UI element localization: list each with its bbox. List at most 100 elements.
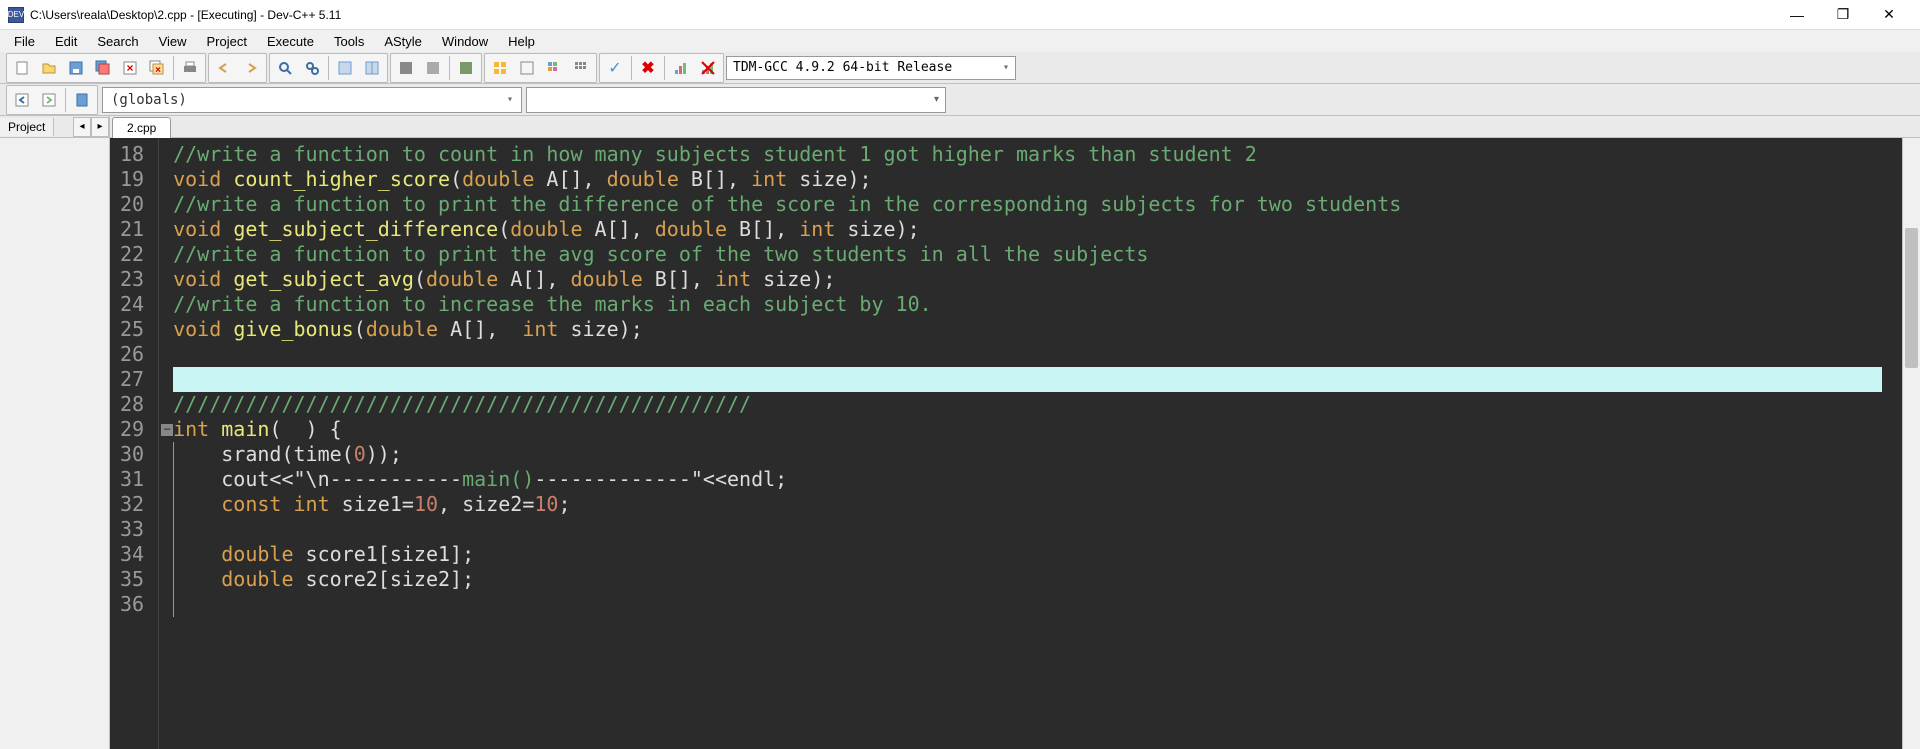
compiler-selector[interactable]: TDM-GCC 4.9.2 64-bit Release ▾ (726, 56, 1016, 80)
sidebar-scroll-left-icon[interactable]: ◂ (73, 117, 91, 137)
code-line[interactable]: //write a function to increase the marks… (173, 292, 1902, 317)
redo-icon[interactable] (238, 55, 264, 81)
code-line[interactable]: srand(time(0)); (173, 442, 1902, 467)
profile-icon[interactable] (668, 55, 694, 81)
menu-execute[interactable]: Execute (257, 32, 324, 51)
code-line[interactable] (173, 517, 1902, 542)
menu-tools[interactable]: Tools (324, 32, 374, 51)
save-all-icon[interactable] (90, 55, 116, 81)
bookmark-icon[interactable] (359, 55, 385, 81)
line-number: 31 (120, 467, 144, 492)
chevron-down-icon: ▾ (1003, 62, 1009, 73)
run-icon[interactable] (420, 55, 446, 81)
insert-bookmark-icon[interactable] (69, 87, 95, 113)
scope-selector[interactable]: (globals) ▾ (102, 87, 522, 113)
code-editor[interactable]: 18192021222324252627282930313233343536 /… (110, 138, 1920, 749)
code-line[interactable]: //write a function to print the avg scor… (173, 242, 1902, 267)
close-button[interactable]: ✕ (1866, 0, 1912, 30)
new-file-icon[interactable] (9, 55, 35, 81)
line-number: 26 (120, 342, 144, 367)
line-number: 33 (120, 517, 144, 542)
line-number: 30 (120, 442, 144, 467)
close-file-icon[interactable]: × (117, 55, 143, 81)
title-text: C:\Users\reala\Desktop\2.cpp - [Executin… (30, 8, 1774, 22)
save-icon[interactable] (63, 55, 89, 81)
compile-run-icon[interactable] (453, 55, 479, 81)
vertical-scrollbar[interactable] (1902, 138, 1920, 749)
editor-pane: 2.cpp 1819202122232425262728293031323334… (110, 116, 1920, 749)
menu-help[interactable]: Help (498, 32, 545, 51)
replace-icon[interactable] (299, 55, 325, 81)
goto-back-icon[interactable] (9, 87, 35, 113)
menu-astyle[interactable]: AStyle (374, 32, 432, 51)
window-controls: — ❐ ✕ (1774, 0, 1912, 30)
code-line[interactable]: double score2[size2]; (173, 567, 1902, 592)
line-number: 32 (120, 492, 144, 517)
menu-search[interactable]: Search (87, 32, 148, 51)
menu-view[interactable]: View (149, 32, 197, 51)
project-grid2-icon[interactable] (568, 55, 594, 81)
code-line[interactable]: void count_higher_score(double A[], doub… (173, 167, 1902, 192)
code-line[interactable]: //write a function to count in how many … (173, 142, 1902, 167)
code-line[interactable]: −int main( ) { (173, 417, 1902, 442)
open-file-icon[interactable] (36, 55, 62, 81)
menu-window[interactable]: Window (432, 32, 498, 51)
file-tab-bar: 2.cpp (110, 116, 1920, 138)
code-line[interactable]: const int size1=10, size2=10; (173, 492, 1902, 517)
code-line[interactable] (173, 592, 1902, 617)
line-number: 25 (120, 317, 144, 342)
goto-line-icon[interactable] (332, 55, 358, 81)
close-all-icon[interactable]: × (144, 55, 170, 81)
scope-selector-text: (globals) (111, 92, 187, 108)
line-number: 19 (120, 167, 144, 192)
compiler-selector-text: TDM-GCC 4.9.2 64-bit Release (733, 60, 952, 75)
delete-profile-icon[interactable] (695, 55, 721, 81)
code-line[interactable]: //write a function to print the differen… (173, 192, 1902, 217)
line-number: 20 (120, 192, 144, 217)
menubar: FileEditSearchViewProjectExecuteToolsASt… (0, 30, 1920, 52)
code-line[interactable]: void get_subject_difference(double A[], … (173, 217, 1902, 242)
code-content[interactable]: //write a function to count in how many … (159, 138, 1902, 749)
fold-toggle-icon[interactable]: − (161, 424, 173, 436)
code-line[interactable]: cout<<"\n-----------main()-------------"… (173, 467, 1902, 492)
find-icon[interactable] (272, 55, 298, 81)
goto-forward-icon[interactable] (36, 87, 62, 113)
code-line[interactable] (173, 367, 1882, 392)
code-line[interactable]: ////////////////////////////////////////… (173, 392, 1902, 417)
svg-text:×: × (126, 61, 133, 75)
new-project-icon[interactable] (487, 55, 513, 81)
maximize-button[interactable]: ❐ (1820, 0, 1866, 30)
code-line[interactable] (173, 342, 1902, 367)
project-options-icon[interactable] (514, 55, 540, 81)
line-gutter: 18192021222324252627282930313233343536 (110, 138, 159, 749)
scrollbar-thumb[interactable] (1905, 228, 1918, 368)
svg-text:×: × (155, 65, 161, 76)
line-number: 35 (120, 567, 144, 592)
project-tab[interactable]: Project (0, 118, 54, 136)
code-line[interactable]: double score1[size1]; (173, 542, 1902, 567)
code-line[interactable]: void get_subject_avg(double A[], double … (173, 267, 1902, 292)
file-tab[interactable]: 2.cpp (112, 117, 171, 138)
minimize-button[interactable]: — (1774, 0, 1820, 30)
menu-file[interactable]: File (4, 32, 45, 51)
menu-edit[interactable]: Edit (45, 32, 87, 51)
line-number: 21 (120, 217, 144, 242)
stop-execution-icon[interactable]: ✖ (635, 55, 661, 81)
member-selector[interactable]: ▾ (526, 87, 946, 113)
debug-checkmark-icon[interactable]: ✓ (602, 55, 628, 81)
line-number: 28 (120, 392, 144, 417)
project-grid-icon[interactable] (541, 55, 567, 81)
sidebar-scroll-right-icon[interactable]: ▸ (91, 117, 109, 137)
line-number: 34 (120, 542, 144, 567)
chevron-down-icon: ▾ (934, 94, 939, 105)
sidebar-tabs: Project ◂ ▸ (0, 116, 109, 138)
line-number: 24 (120, 292, 144, 317)
menu-project[interactable]: Project (197, 32, 257, 51)
undo-icon[interactable] (211, 55, 237, 81)
line-number: 22 (120, 242, 144, 267)
code-line[interactable]: void give_bonus(double A[], int size); (173, 317, 1902, 342)
line-number: 27 (120, 367, 144, 392)
print-icon[interactable] (177, 55, 203, 81)
class-browser-toolbar: (globals) ▾ ▾ (0, 84, 1920, 116)
compile-icon[interactable] (393, 55, 419, 81)
